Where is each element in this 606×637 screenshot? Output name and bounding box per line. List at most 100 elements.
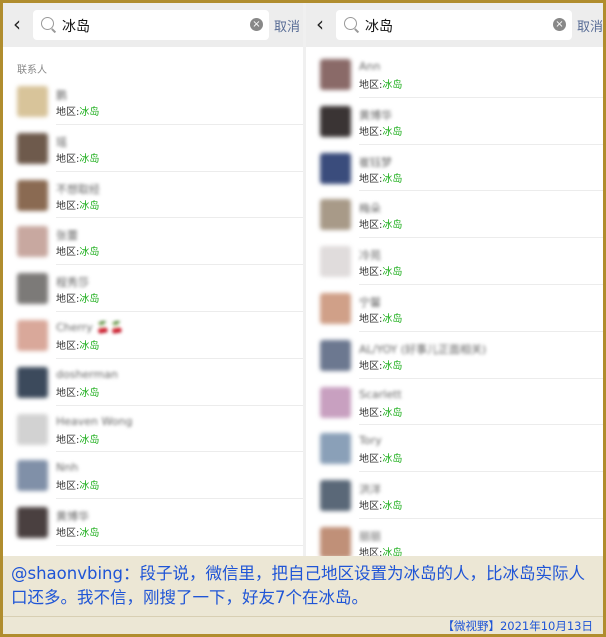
- region-value: 冰岛: [382, 547, 403, 556]
- row-divider: [56, 544, 303, 546]
- contact-row[interactable]: Cherry 🍒🍒 地区:冰岛: [3, 312, 303, 359]
- contact-row[interactable]: 不想取经地区:冰岛: [3, 172, 303, 219]
- contact-row[interactable]: 程秀莎 地区:冰岛: [3, 265, 303, 312]
- region-value: 冰岛: [79, 200, 100, 212]
- region-prefix: 地区:: [56, 434, 80, 446]
- contact-name: 程秀莎: [56, 276, 89, 290]
- contact-row[interactable]: 黄博华地区:冰岛: [3, 499, 303, 546]
- search-input-box[interactable]: 冰岛 ×: [33, 10, 269, 40]
- contact-name: dosherman: [56, 367, 118, 381]
- contact-row[interactable]: 宁馨 地区:冰岛: [306, 285, 603, 332]
- contact-row[interactable]: Heaven Wong 地区:冰岛: [3, 406, 303, 453]
- search-bar: ‹ 冰岛 × 取消: [306, 3, 603, 47]
- region-prefix: 地区:: [359, 126, 383, 138]
- avatar: [320, 433, 351, 465]
- contact-name: 崔钰梦: [359, 155, 392, 169]
- contact-row[interactable]: 丽丽 地区:冰岛: [306, 519, 603, 556]
- region-prefix: 地区:: [359, 501, 383, 513]
- avatar: [320, 526, 351, 556]
- avatar: [17, 273, 48, 305]
- search-input[interactable]: 冰岛: [62, 16, 90, 36]
- contact-row[interactable]: AL/YOY (好事儿正面相关) 地区:冰岛: [306, 332, 603, 379]
- screenshot-frame: ‹ 冰岛 × 取消 联系人 鹏地区:冰岛瑶地区:冰岛 不想取经 地区:冰岛 张蕾 地区:…: [0, 0, 606, 637]
- search-icon: [344, 17, 357, 30]
- back-arrow-icon[interactable]: ‹: [13, 14, 27, 34]
- contact-region: 地区:冰岛: [359, 450, 402, 465]
- contact-row[interactable]: dosherman 地区:冰岛: [3, 359, 303, 406]
- right-phone-screen: ‹ 冰岛 × 取消 Ann 地区:冰岛 黄博华 地区:冰岛 崔钰梦 地区:冰岛 梅朵 地区:冰…: [306, 3, 603, 556]
- region-value: 冰岛: [79, 107, 100, 118]
- region-prefix: 地区:: [56, 387, 80, 399]
- clear-icon[interactable]: ×: [553, 18, 566, 31]
- contact-region: 地区:冰岛: [56, 337, 99, 352]
- contact-name: 不想取经: [56, 182, 100, 196]
- contact-name: 黄博华: [359, 108, 392, 122]
- contact-name: 鹏: [56, 89, 67, 102]
- avatar: [320, 292, 351, 324]
- contact-row[interactable]: 洪洋 地区:冰岛: [306, 472, 603, 519]
- contact-region: 地区:冰岛: [359, 76, 402, 91]
- contact-list: 鹏地区:冰岛瑶地区:冰岛 不想取经 地区:冰岛 张蕾 地区:冰岛 程秀莎 地区:冰岛 Cher…: [3, 78, 303, 546]
- region-value: 冰岛: [79, 481, 100, 493]
- section-label-contacts: 联系人: [17, 65, 47, 76]
- region-value: 冰岛: [79, 247, 100, 259]
- region-prefix: 地区:: [56, 247, 80, 259]
- contact-name: Scarlett: [359, 387, 402, 401]
- contact-row[interactable]: Tory 地区:冰岛: [306, 425, 603, 473]
- contact-region: 地区:冰岛: [56, 150, 99, 165]
- contact-row[interactable]: 黄博华 地区:冰岛: [306, 98, 603, 145]
- region-prefix: 地区:: [56, 200, 80, 212]
- region-prefix: 地区:: [359, 360, 383, 372]
- contact-row[interactable]: 张蕾 地区:冰岛: [3, 218, 303, 266]
- contact-row[interactable]: Nnh 地区:冰岛: [3, 452, 303, 500]
- region-value: 冰岛: [79, 387, 100, 399]
- region-value: 冰岛: [382, 360, 403, 372]
- contact-region: 地区:冰岛: [56, 103, 99, 118]
- clear-icon[interactable]: ×: [250, 18, 263, 31]
- avatar: [320, 105, 351, 137]
- cancel-button[interactable]: 取消: [577, 16, 603, 35]
- region-prefix: 地区:: [359, 173, 383, 185]
- cancel-button[interactable]: 取消: [274, 16, 300, 35]
- contact-row[interactable]: 瑶地区:冰岛: [3, 125, 303, 172]
- avatar: [17, 86, 48, 117]
- contact-region: 地区:冰岛: [359, 216, 402, 231]
- avatar: [17, 460, 48, 492]
- search-input-box[interactable]: 冰岛 ×: [336, 10, 572, 40]
- region-value: 冰岛: [79, 528, 100, 540]
- region-value: 冰岛: [382, 454, 403, 466]
- avatar: [320, 480, 351, 512]
- caption-panel: @shaonvbing：段子说，微信里，把自己地区设置为冰岛的人，比冰岛实际人口…: [3, 556, 603, 616]
- region-value: 冰岛: [382, 173, 403, 185]
- contact-row[interactable]: 崔钰梦地区:冰岛: [306, 145, 603, 192]
- region-prefix: 地区:: [56, 294, 80, 306]
- avatar: [320, 199, 351, 231]
- contact-row[interactable]: 鹏地区:冰岛: [3, 78, 303, 125]
- region-value: 冰岛: [382, 407, 403, 419]
- contact-region: 地区:冰岛: [56, 477, 99, 492]
- back-arrow-icon[interactable]: ‹: [316, 14, 330, 34]
- contact-row[interactable]: 冷苑 地区:冰岛: [306, 238, 603, 285]
- region-value: 冰岛: [382, 501, 403, 513]
- search-bar: ‹ 冰岛 × 取消: [3, 3, 303, 47]
- contact-region: 地区:冰岛: [56, 290, 99, 305]
- region-value: 冰岛: [382, 313, 403, 325]
- contact-region: 地区:冰岛: [359, 544, 402, 556]
- contact-region: 地区:冰岛: [56, 243, 99, 258]
- contact-name: 黄博华: [56, 510, 89, 524]
- contact-row[interactable]: Scarlett 地区:冰岛: [306, 379, 603, 426]
- region-prefix: 地区:: [56, 481, 80, 493]
- region-prefix: 地区:: [56, 528, 80, 540]
- contact-row[interactable]: Ann 地区:冰岛: [306, 51, 603, 98]
- region-value: 冰岛: [79, 294, 100, 306]
- region-prefix: 地区:: [56, 107, 80, 118]
- contact-row[interactable]: 梅朵 地区:冰岛: [306, 191, 603, 239]
- contact-name: Ann: [359, 60, 381, 73]
- search-icon: [41, 17, 54, 30]
- contact-name: AL/YOY (好事儿正面相关): [359, 342, 487, 356]
- contact-name: 冷苑: [359, 249, 381, 263]
- contact-list: Ann 地区:冰岛 黄博华 地区:冰岛 崔钰梦 地区:冰岛 梅朵 地区:冰岛 冷苑 地区:冰岛 宁馨…: [306, 51, 603, 556]
- caption-text: @shaonvbing：段子说，微信里，把自己地区设置为冰岛的人，比冰岛实际人口…: [11, 564, 585, 607]
- region-prefix: 地区:: [359, 267, 383, 279]
- search-input[interactable]: 冰岛: [365, 16, 393, 36]
